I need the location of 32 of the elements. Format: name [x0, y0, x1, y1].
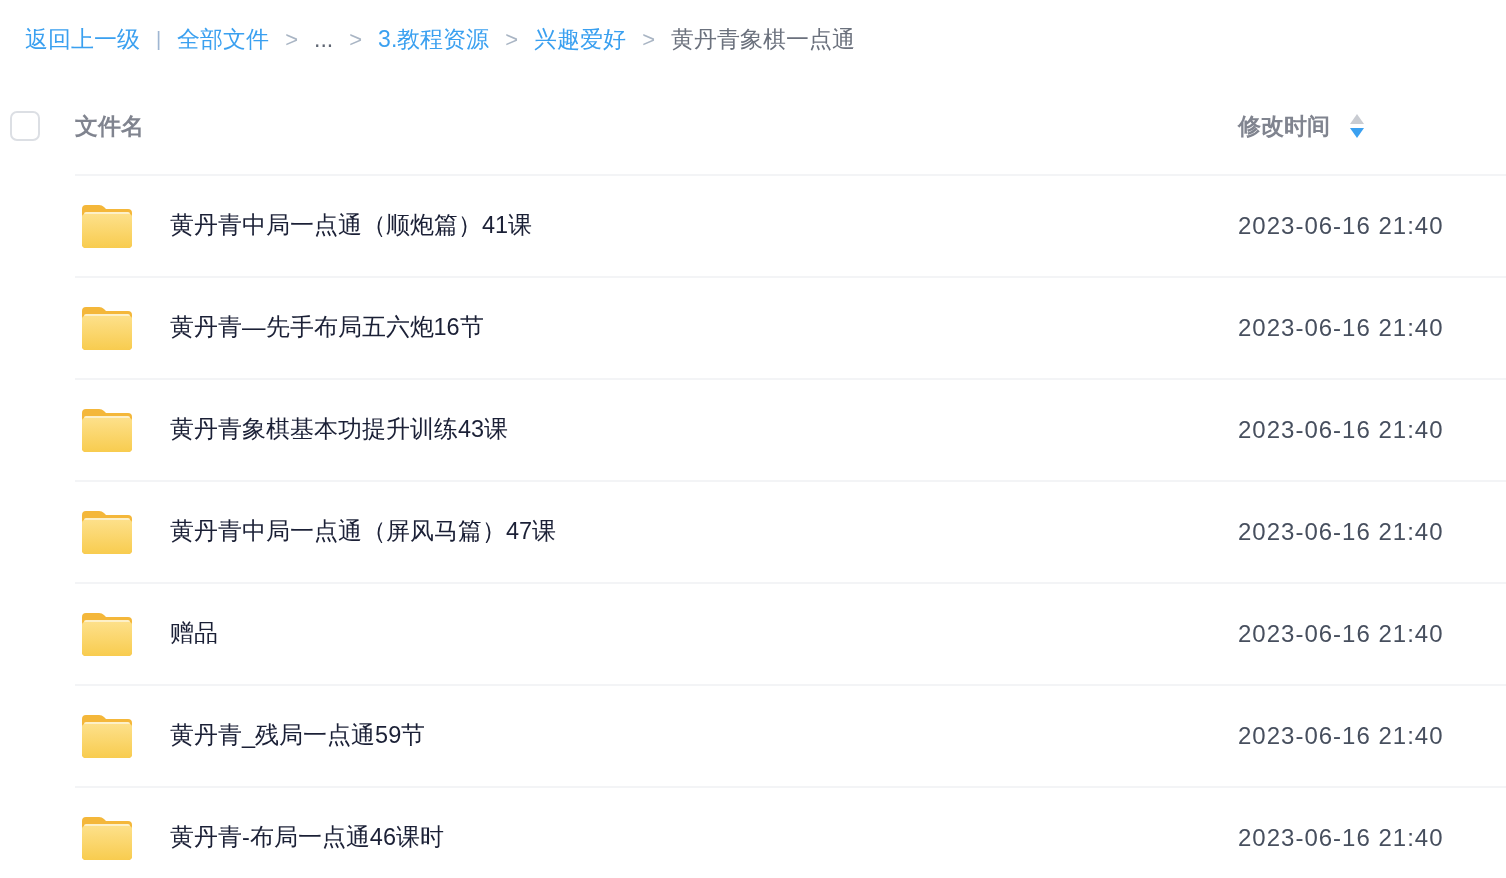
file-name[interactable]: 黄丹青中局一点通（顺炮篇）41课: [170, 208, 533, 244]
modified-time: 2023-06-16 21:40: [1238, 517, 1444, 547]
folder-icon: [82, 816, 132, 860]
current-folder-name: 黄丹青象棋一点通: [671, 24, 855, 54]
file-name[interactable]: 黄丹青-布局一点通46课时: [170, 820, 444, 856]
folder-icon: [82, 306, 132, 350]
modified-time: 2023-06-16 21:40: [1238, 211, 1444, 241]
modified-time: 2023-06-16 21:40: [1238, 619, 1444, 649]
breadcrumb-divider: |: [156, 27, 162, 52]
folder-icon: [82, 408, 132, 452]
folder-icon: [82, 714, 132, 758]
column-header[interactable]: 修改时间: [1238, 108, 1330, 144]
modified-time: 2023-06-16 21:40: [1238, 721, 1444, 751]
file-name[interactable]: 黄丹青—先手布局五六炮16节: [170, 310, 484, 346]
breadcrumb-separator: >: [349, 25, 363, 54]
file-name[interactable]: 黄丹青象棋基本功提升训练43课: [170, 412, 509, 448]
breadcrumb-separator: >: [642, 25, 655, 54]
folder-icon: [82, 612, 132, 656]
select-all-checkbox[interactable]: [10, 111, 40, 141]
folder-icon: [82, 510, 132, 554]
file-name[interactable]: 黄丹青中局一点通（屏风马篇）47课: [170, 514, 557, 550]
breadcrumb-link[interactable]: ...: [314, 21, 334, 57]
breadcrumb-separator: >: [285, 25, 299, 54]
sort-icon[interactable]: [1350, 114, 1364, 138]
modified-time: 2023-06-16 21:40: [1238, 415, 1444, 445]
folder-icon: [82, 204, 132, 248]
column-header: 文件名: [75, 111, 144, 141]
modified-time: 2023-06-16 21:40: [1238, 313, 1444, 343]
file-name[interactable]: 赠品: [170, 616, 218, 652]
file-name[interactable]: 黄丹青_残局一点通59节: [170, 718, 426, 754]
breadcrumb-separator: >: [505, 25, 519, 54]
modified-time: 2023-06-16 21:40: [1238, 823, 1444, 853]
